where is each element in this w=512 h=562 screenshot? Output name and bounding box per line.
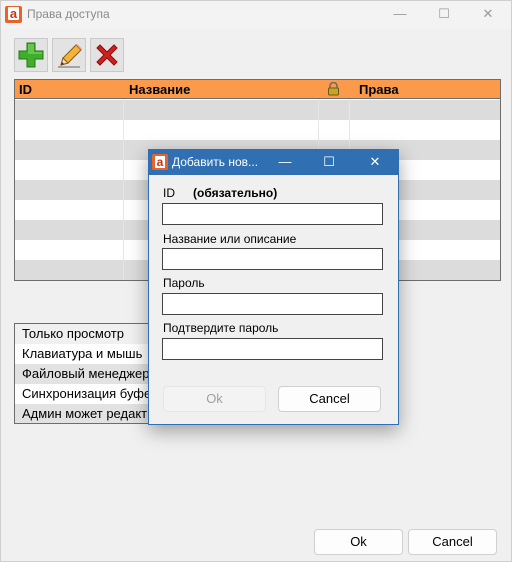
column-header-id[interactable]: ID <box>19 82 32 97</box>
add-user-dialog: Добавить нов... — ☐ ✕ ID (обязательно) Н… <box>148 149 399 425</box>
plus-icon <box>18 42 44 68</box>
column-header-name[interactable]: Название <box>129 82 190 97</box>
rights-item-clipboard-sync[interactable]: Синхронизация буфера <box>15 384 153 404</box>
name-label: Название или описание <box>163 232 297 246</box>
dialog-ok-button[interactable]: Ok <box>163 386 266 412</box>
window-title: Права доступа <box>27 7 110 21</box>
dialog-title: Добавить нов... <box>172 155 259 169</box>
maximize-button[interactable]: ☐ <box>421 1 467 29</box>
id-required-note: (обязательно) <box>193 186 278 200</box>
dialog-maximize-button[interactable]: ☐ <box>309 150 349 175</box>
id-field[interactable] <box>162 203 383 225</box>
app-logo-icon <box>152 154 168 170</box>
rights-item-keyboard-mouse[interactable]: Клавиатура и мышь <box>15 344 153 364</box>
table-header: ID Название Права <box>15 80 500 99</box>
rights-list[interactable]: Только просмотр Клавиатура и мышь Файлов… <box>14 323 154 424</box>
edit-button[interactable] <box>52 38 86 72</box>
dialog-title-bar: Добавить нов... — ☐ ✕ <box>149 150 398 175</box>
cancel-button[interactable]: Cancel <box>408 529 497 555</box>
table-row[interactable] <box>15 100 500 120</box>
column-divider <box>123 99 124 280</box>
title-bar: Права доступа — ☐ ✕ <box>1 1 511 29</box>
dialog-close-button[interactable]: ✕ <box>355 150 395 175</box>
pencil-icon <box>58 44 82 68</box>
confirm-password-label: Подтвердите пароль <box>163 321 279 335</box>
close-button[interactable]: ✕ <box>465 1 511 29</box>
app-logo-icon <box>5 6 22 23</box>
delete-button[interactable] <box>90 38 124 72</box>
ok-button[interactable]: Ok <box>314 529 403 555</box>
id-label: ID <box>163 186 175 200</box>
password-field[interactable] <box>162 293 383 315</box>
table-row[interactable] <box>15 120 500 140</box>
rights-item-view-only[interactable]: Только просмотр <box>15 324 153 344</box>
dialog-minimize-button[interactable]: — <box>265 150 305 175</box>
confirm-password-field[interactable] <box>162 338 383 360</box>
password-label: Пароль <box>163 276 205 290</box>
minimize-button[interactable]: — <box>377 1 423 29</box>
dialog-cancel-button[interactable]: Cancel <box>278 386 381 412</box>
rights-item-file-manager[interactable]: Файловый менеджер <box>15 364 153 384</box>
rights-item-admin-edit[interactable]: Админ может редактировать <box>15 404 153 423</box>
lock-icon[interactable] <box>327 81 340 99</box>
column-header-rights[interactable]: Права <box>359 82 399 97</box>
name-field[interactable] <box>162 248 383 270</box>
x-icon <box>96 44 118 66</box>
add-button[interactable] <box>14 38 48 72</box>
